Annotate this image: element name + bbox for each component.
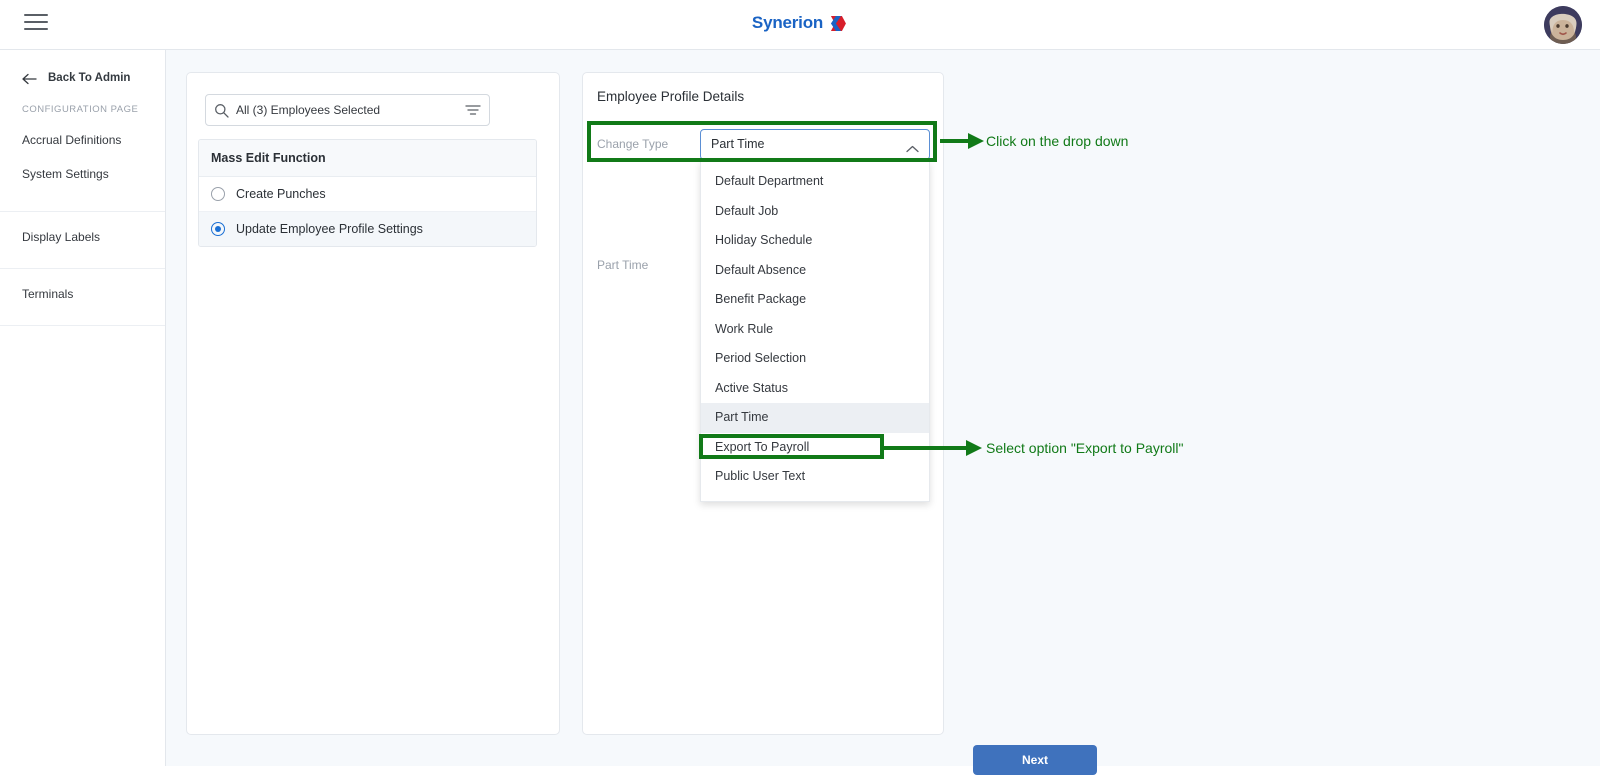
radio-update-employee-profile-settings[interactable] — [211, 222, 225, 236]
sidebar-item-display-labels[interactable]: Display Labels — [0, 220, 165, 254]
radio-create-punches[interactable] — [211, 187, 225, 201]
filter-icon[interactable] — [465, 103, 481, 117]
dropdown-option-active-status[interactable]: Active Status — [701, 374, 929, 404]
mass-edit-option-create-punches[interactable]: Create Punches — [199, 177, 536, 212]
change-type-dropdown-menu[interactable]: Default Department Default Job Holiday S… — [700, 161, 930, 502]
left-sidebar: Back To Admin CONFIGURATION PAGE Accrual… — [0, 50, 166, 766]
dropdown-option-default-department[interactable]: Default Department — [701, 167, 929, 197]
change-type-select[interactable]: Part Time — [700, 128, 930, 160]
brand-logo: Synerion — [751, 13, 849, 33]
mass-edit-option-label: Create Punches — [236, 187, 326, 201]
mass-edit-option-update-employee-profile-settings[interactable]: Update Employee Profile Settings — [199, 212, 536, 246]
dropdown-option-holiday-schedule[interactable]: Holiday Schedule — [701, 226, 929, 256]
mass-edit-option-label: Update Employee Profile Settings — [236, 222, 423, 236]
chevron-up-icon — [906, 140, 919, 153]
change-type-selected-value: Part Time — [711, 137, 765, 151]
synerion-mark-icon — [829, 13, 849, 33]
annotation-label-select-export: Select option "Export to Payroll" — [986, 440, 1184, 456]
avatar[interactable] — [1544, 6, 1582, 44]
mass-edit-function-header: Mass Edit Function — [199, 140, 536, 177]
sidebar-item-accrual-definitions[interactable]: Accrual Definitions — [0, 123, 165, 157]
arrow-left-icon — [22, 72, 38, 85]
sidebar-section-caption: CONFIGURATION PAGE — [22, 104, 139, 115]
dropdown-option-default-job[interactable]: Default Job — [701, 197, 929, 227]
dropdown-option-default-absence[interactable]: Default Absence — [701, 256, 929, 286]
hamburger-icon[interactable] — [24, 14, 48, 34]
search-input[interactable]: All (3) Employees Selected — [205, 94, 490, 126]
dropdown-option-benefit-package[interactable]: Benefit Package — [701, 285, 929, 315]
change-type-label: Change Type — [597, 137, 669, 151]
sidebar-item-terminals[interactable]: Terminals — [0, 277, 165, 311]
employee-selection-card: All (3) Employees Selected Mass Edit Fun… — [186, 72, 560, 735]
dropdown-option-public-user-text[interactable]: Public User Text — [701, 462, 929, 492]
sidebar-item-system-settings[interactable]: System Settings — [0, 157, 165, 191]
back-to-admin-link[interactable]: Back To Admin — [0, 50, 165, 85]
dropdown-option-period-selection[interactable]: Period Selection — [701, 344, 929, 374]
change-type-row: Change Type Part Time — [592, 126, 937, 162]
top-header-bar: Synerion — [0, 0, 1600, 50]
sidebar-group-display: Display Labels — [0, 212, 165, 269]
dropdown-option-work-rule[interactable]: Work Rule — [701, 315, 929, 345]
sidebar-group-configuration: Accrual Definitions System Settings — [0, 115, 165, 212]
search-input-value: All (3) Employees Selected — [236, 103, 381, 117]
part-time-field-label: Part Time — [597, 258, 649, 272]
annotation-label-click-dropdown: Click on the drop down — [986, 133, 1129, 149]
back-to-admin-label: Back To Admin — [48, 72, 131, 84]
next-button[interactable]: Next — [973, 745, 1097, 775]
dropdown-option-export-to-payroll[interactable]: Export To Payroll — [701, 433, 929, 463]
dropdown-option-part-time[interactable]: Part Time — [701, 403, 929, 433]
sidebar-group-terminals: Terminals — [0, 269, 165, 326]
page-title: Employee Profile Details — [597, 89, 745, 104]
mass-edit-function-panel: Mass Edit Function Create Punches Update… — [198, 139, 537, 247]
brand-name: Synerion — [751, 13, 824, 32]
search-icon — [214, 103, 229, 118]
